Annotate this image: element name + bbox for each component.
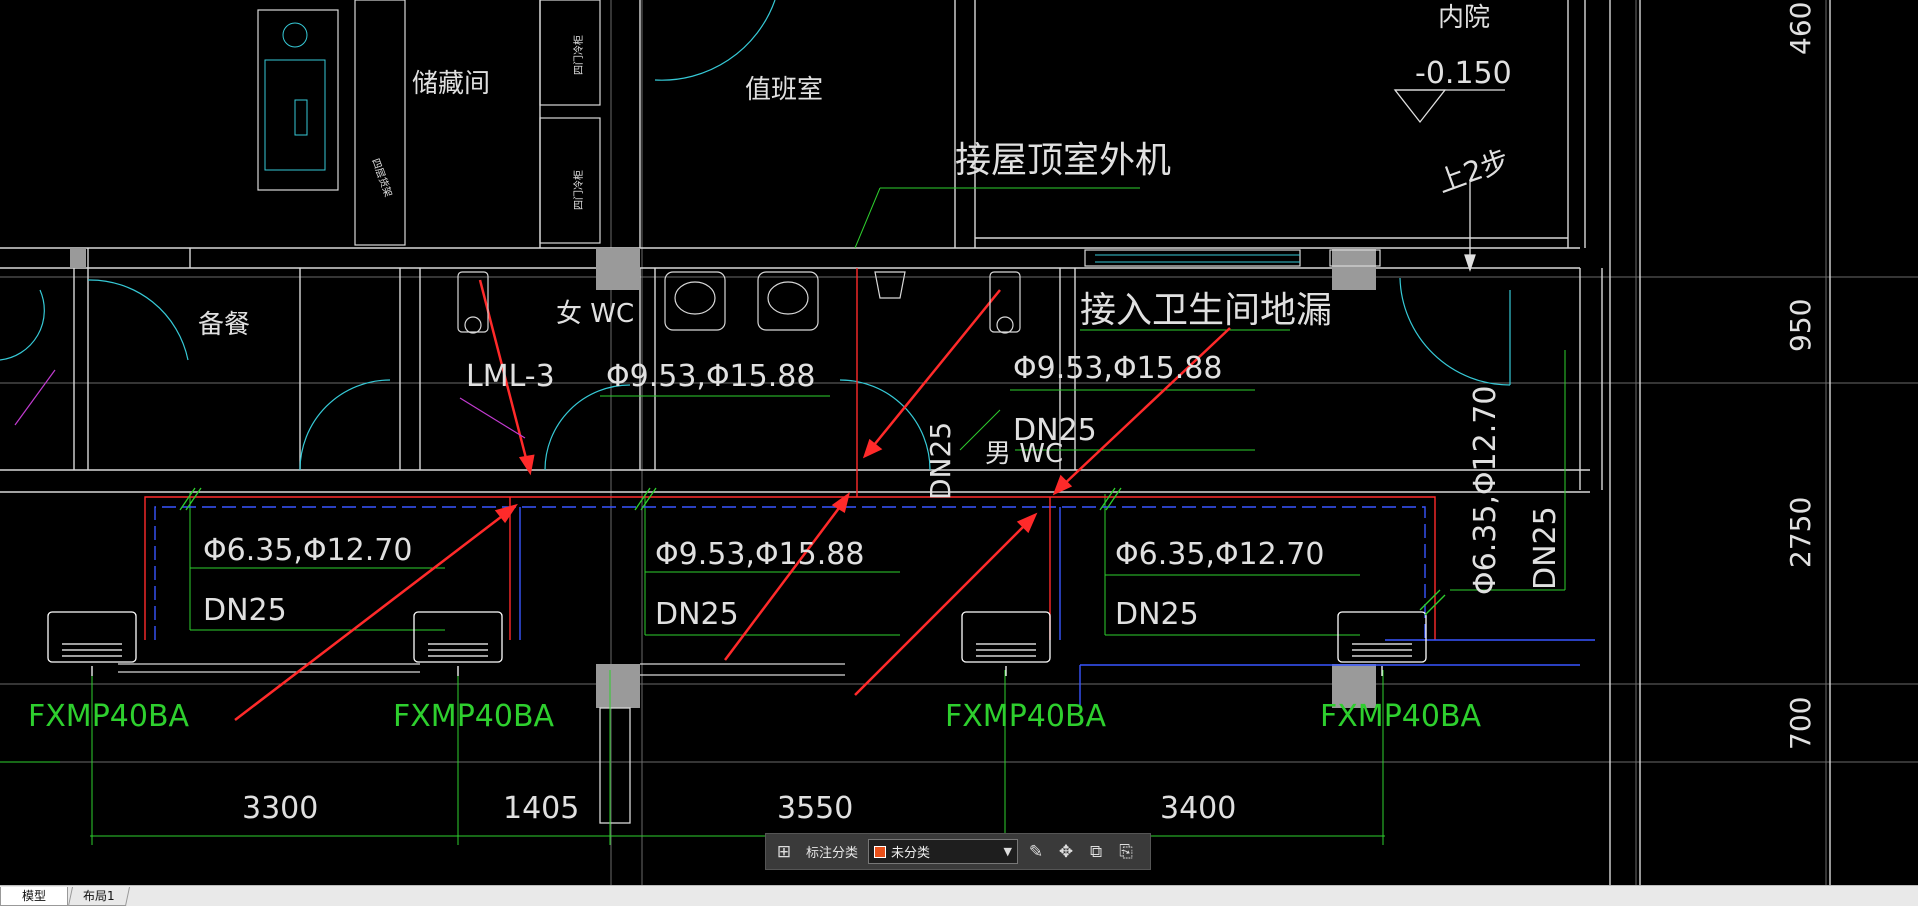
lower-walls — [118, 663, 845, 824]
unit-label-2: FXMP40BA — [393, 699, 555, 734]
dimension-4600: 4600 — [1784, 0, 1817, 55]
unit-label-1: FXMP40BA — [28, 699, 190, 734]
pipe-label-dn25-vertical: DN25 — [924, 422, 957, 500]
room-label-pantry: 备餐 — [198, 310, 250, 340]
edit-icon[interactable]: ✎ — [1024, 840, 1048, 864]
axis-grid-lines — [0, 0, 1918, 885]
room-label-duty: 值班室 — [745, 75, 823, 105]
cabinet-label-b: 四门冷柜 — [572, 170, 585, 210]
dimension-1405: 1405 — [503, 791, 579, 826]
annotation-floor-drain: 接入卫生间地漏 — [1080, 290, 1332, 331]
dimension-700: 700 — [1784, 697, 1817, 750]
room-label-storage: 储藏间 — [412, 69, 490, 99]
step-note: 上2步 — [1433, 143, 1514, 199]
walls — [0, 0, 1831, 885]
paste-icon[interactable]: ⎘ — [1114, 840, 1138, 864]
tab-layout1[interactable]: 布局1 — [67, 887, 131, 906]
pipe-label-635-vertical: Φ6.35,Φ12.70 — [1468, 386, 1503, 595]
category-selected-value: 未分类 — [891, 846, 931, 861]
annotation-toolbar: ⊞ 标注分类 未分类 ▼ ✎ ✥ ⧉ ⎘ — [765, 833, 1151, 870]
magenta-marks — [14, 369, 526, 439]
door-swings — [0, 0, 1511, 471]
dimension-3300: 3300 — [242, 791, 318, 826]
chevron-down-icon: ▼ — [1003, 845, 1013, 858]
pipe-label-dn25-c: DN25 — [1115, 597, 1199, 632]
pipe-label-953-top-right: Φ9.53,Φ15.88 — [1013, 351, 1222, 386]
pipe-label-635-c: Φ6.35,Φ12.70 — [1115, 537, 1324, 572]
category-select[interactable]: 未分类 ▼ — [868, 839, 1019, 864]
cad-drawing-canvas[interactable]: 储藏间 值班室 内院 备餐 女 WC 男 WC -0.150 上2步 接屋顶室外… — [0, 0, 1918, 885]
drawing-texts: 储藏间 值班室 内院 备餐 女 WC 男 WC -0.150 上2步 接屋顶室外… — [28, 0, 1817, 826]
tab-layout1-label: 布局1 — [83, 889, 115, 903]
category-label: 标注分类 — [806, 846, 859, 861]
room-label-women-wc: 女 WC — [556, 299, 634, 329]
annotation-outdoor-unit: 接屋顶室外机 — [955, 140, 1171, 181]
dimension-3550: 3550 — [777, 791, 853, 826]
cabinet-label-a: 四门冷柜 — [572, 35, 585, 75]
unit-label-4: FXMP40BA — [1320, 699, 1482, 734]
layout-tab-bar: 模型 布局1 — [0, 885, 1918, 906]
dimension-950: 950 — [1784, 299, 1817, 352]
sanitary-fixtures — [257, 0, 1381, 334]
pipe-label-953-top-left: Φ9.53,Φ15.88 — [606, 359, 815, 394]
pipe-label-dn25-top: DN25 — [1013, 413, 1097, 448]
pipe-label-dn25-a: DN25 — [203, 593, 287, 628]
refrigerant-pipes — [144, 268, 1595, 705]
level-value: -0.150 — [1415, 56, 1512, 91]
room-label-courtyard: 内院 — [1438, 3, 1490, 33]
red-markup-arrows — [234, 279, 1231, 721]
green-leaders — [0, 187, 1566, 845]
riser-tag: LML-3 — [466, 359, 555, 394]
dimension-3400: 3400 — [1160, 791, 1236, 826]
move-icon[interactable]: ✥ — [1054, 840, 1078, 864]
copy-icon[interactable]: ⧉ — [1084, 840, 1108, 864]
pipe-label-635-a: Φ6.35,Φ12.70 — [203, 533, 412, 568]
unit-label-3: FXMP40BA — [945, 699, 1107, 734]
tab-model[interactable]: 模型 — [0, 887, 68, 906]
category-color-swatch — [874, 845, 887, 858]
pipe-label-dn25-v-right: DN25 — [1528, 506, 1563, 590]
shelf-label: 四层货架 — [369, 157, 395, 199]
dimension-2750: 2750 — [1784, 497, 1817, 568]
pipe-label-dn25-b: DN25 — [655, 597, 739, 632]
grid-icon[interactable]: ⊞ — [772, 840, 796, 864]
pipe-label-953-b: Φ9.53,Φ15.88 — [655, 537, 864, 572]
